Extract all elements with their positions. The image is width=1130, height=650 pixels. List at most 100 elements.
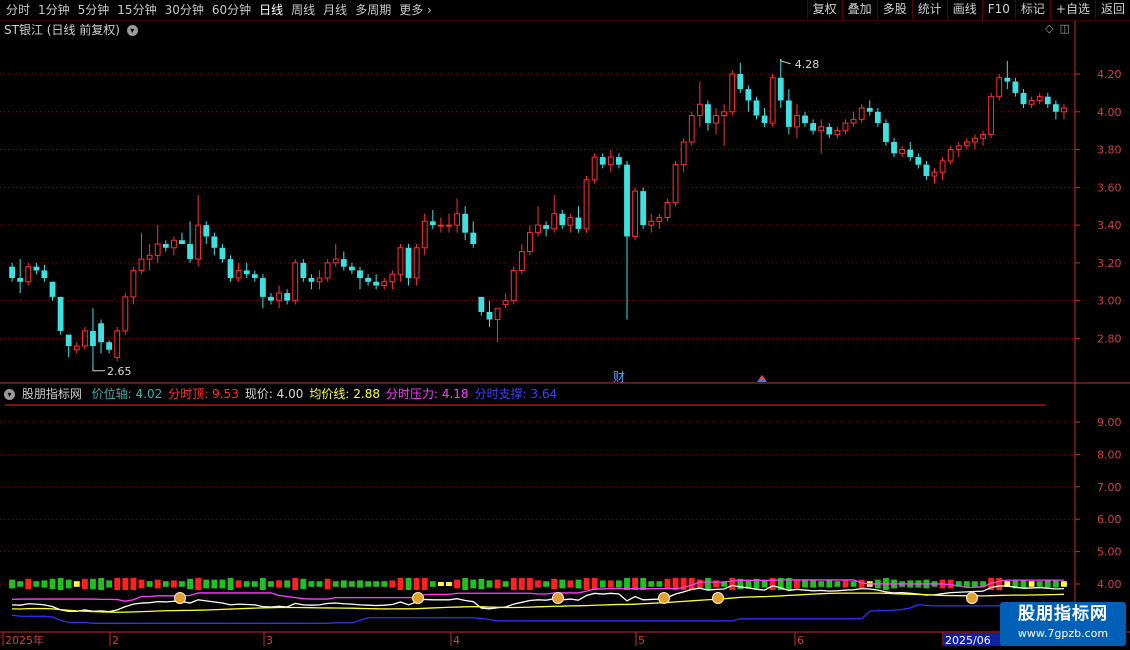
candle-body-up [413,247,420,279]
candle-body-down [57,296,64,331]
indicator-bar [470,579,477,589]
indicator-tick-label: 6.00 [1097,513,1122,526]
event-arrow-icon [759,375,765,379]
candle-body-up [583,179,590,230]
indicator-bar [179,581,185,587]
indicator-bar [963,581,970,587]
indicator-bar [1036,581,1043,587]
indicator-title: ▾ 股朋指标网 价位轴: 4.02 分时顶: 9.53 现价: 4.00 均价线: 2… [4,386,563,402]
indicator-bar [373,581,380,587]
indicator-bar [381,581,388,587]
candle-body-down [1012,81,1019,93]
indicator-bar [33,581,40,587]
candle-body-up [510,269,517,302]
chevron-down-icon[interactable]: ▾ [4,389,15,400]
candle-body-up [146,254,153,260]
indicator-value: 均价线: 2.88 [309,387,380,401]
high-price-label: 4.28 [795,58,820,71]
candle-body-down [891,142,897,154]
candle-body-down [41,270,48,278]
indicator-bar [810,580,817,588]
indicator-bar [365,581,371,587]
candle-body-down [616,157,622,165]
candle-body-down [486,312,493,320]
candle-body-up [130,269,137,298]
indicator-bar [25,578,32,590]
indicator-bar [510,578,517,590]
indicator-bar [235,580,242,588]
indicator-bar [526,578,533,590]
candle-body-up [632,190,639,237]
candle-body-up [607,156,614,166]
indicator-bar [348,581,355,587]
candle-body-up [688,115,695,143]
time-axis-label: 2 [112,634,119,647]
price-tick-label: 3.20 [1097,257,1122,270]
candle-body-up [389,273,396,283]
indicator-bar [818,581,825,587]
candle-body-down [203,225,210,237]
candle-body-down [826,126,833,135]
indicator-bar [761,580,768,588]
price-tick-label: 3.00 [1097,295,1122,308]
low-marker [92,366,105,372]
candle-body-up [502,300,509,305]
candle-body-up [494,307,501,321]
indicator-bar [656,581,663,587]
candle-body-down [405,247,412,278]
candle-body-up [276,292,282,302]
candle-body-down [478,296,485,312]
indicator-bar [616,580,622,588]
indicator-bar [972,581,978,587]
candle-body-down [543,225,550,229]
indicator-bar [462,578,469,590]
indicator-bar [794,579,800,589]
indicator-bar [802,580,808,588]
indicator-name: 股朋指标网 [21,387,82,401]
candle-body-down [162,244,169,248]
candle-body-up [316,277,323,283]
candle-body-down [17,278,24,282]
indicator-bar [551,578,558,590]
indicator-bar [591,578,598,590]
money-bag-icon [712,592,724,604]
candle-body-up [899,149,906,154]
watermark-logo: 股朋指标网 www.7gpzb.com [1000,602,1126,646]
candle-body-up [154,243,161,256]
candle-body-down [211,236,218,248]
indicator-value: 分时压力: 4.18 [385,387,469,401]
candle-body-up [397,247,404,275]
candle-body-down [33,266,40,271]
price-tick-label: 4.20 [1097,68,1122,81]
indicator-bar [284,580,291,588]
candle-body-down [810,123,817,131]
indicator-bar [300,578,307,590]
indicator-bar [1061,581,1067,587]
candle-body-up [235,269,242,279]
candle-body-down [559,213,566,226]
indicator-bar [17,581,24,587]
indicator-bar [332,581,339,587]
candle-body-up [963,141,970,147]
candle-body-up [850,118,857,124]
candle-body-up [324,262,331,279]
price-tick-label: 3.60 [1097,181,1122,194]
indicator-bar [389,580,396,588]
candle-body-down [90,330,96,346]
indicator-bar [211,579,218,589]
indicator-bar [73,581,80,587]
indicator-bar [567,580,574,588]
candle-body-up [680,141,687,166]
candle-body-down [883,123,889,142]
indicator-bar [162,581,169,587]
candle-body-down [640,191,647,226]
candle-body-down [1044,96,1051,105]
indicator-bar [308,581,315,587]
candle-body-down [802,115,808,124]
indicator-bar [203,579,210,589]
candle-body-up [25,266,32,283]
candle-body-down [308,278,315,282]
price-tick-label: 3.40 [1097,219,1122,232]
indicator-value: 分时顶: 9.53 [168,387,239,401]
candle-body-up [437,224,444,227]
